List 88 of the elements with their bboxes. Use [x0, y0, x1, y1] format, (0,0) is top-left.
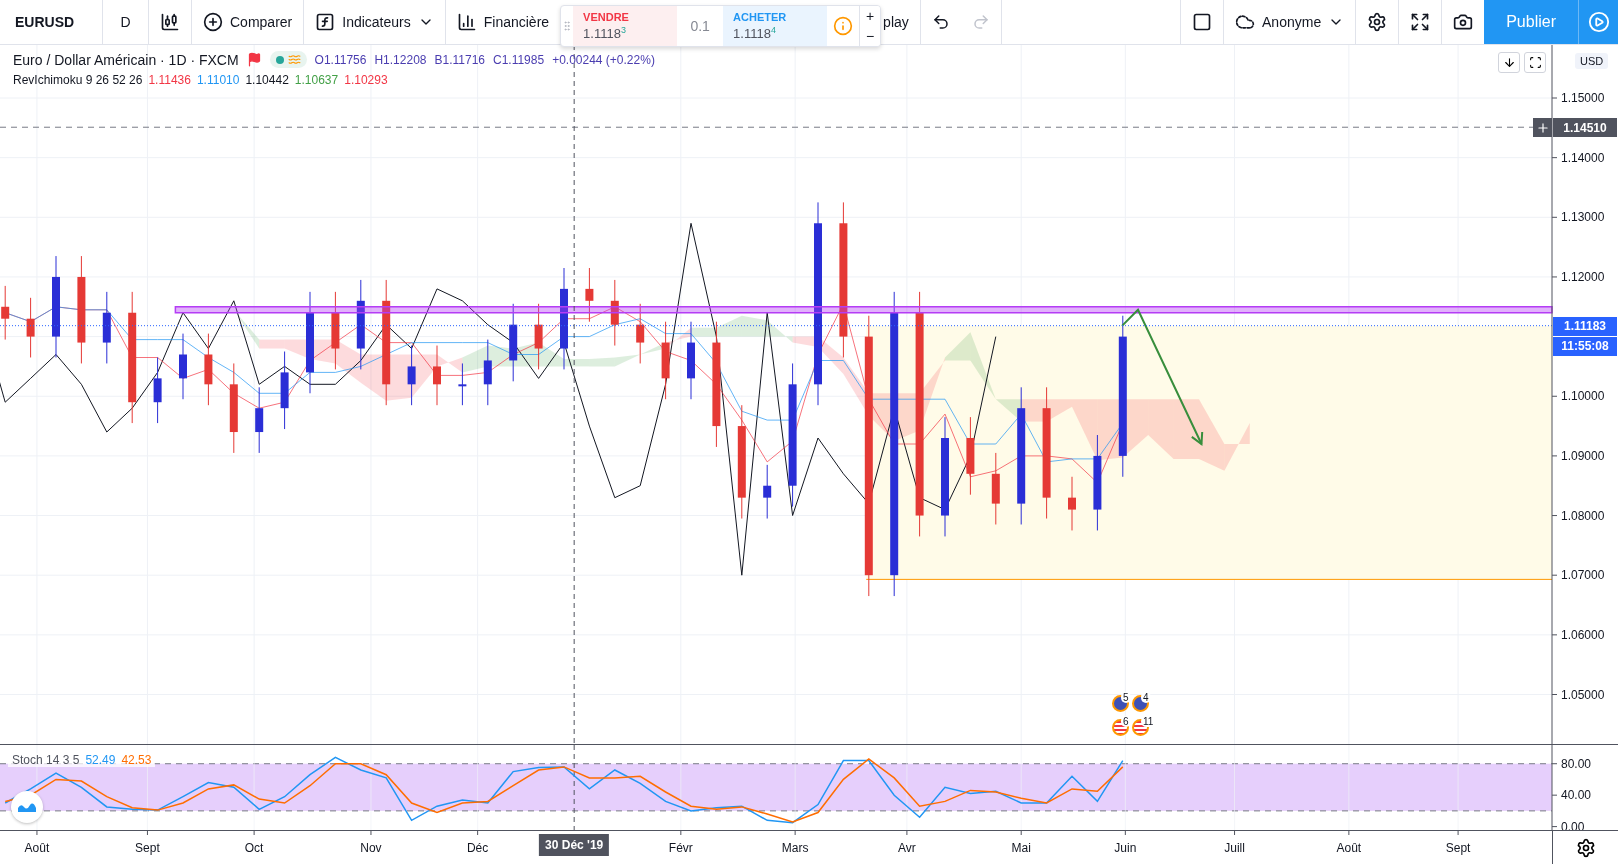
time-tick-label: Oct	[244, 841, 264, 855]
symbol-button[interactable]: EURUSD	[0, 0, 103, 44]
time-tick-label: Août	[1336, 841, 1362, 855]
price-change: +0.00244 (+0.22%)	[552, 52, 655, 67]
plus-icon	[1535, 120, 1550, 135]
increase-button[interactable]: +	[860, 6, 881, 26]
undo-icon	[931, 13, 950, 31]
scan-icon	[1528, 56, 1542, 69]
auto-scale-button[interactable]	[1524, 52, 1546, 73]
time-tick-label: Août	[24, 841, 50, 855]
plus-icon	[203, 12, 223, 32]
crosshair-price-label: 1.14510	[1553, 118, 1617, 138]
stochastic-tick-label: 0.00	[1561, 819, 1585, 830]
time-tick-label: Févr	[668, 841, 693, 855]
time-tick-label: Mai	[1011, 841, 1031, 855]
cloud-icon	[1235, 12, 1256, 32]
stochastic-tick-label: 40.00	[1561, 788, 1592, 803]
indicators-button[interactable]: Indicateurs	[304, 0, 446, 44]
indicator-value: 1.10637	[294, 73, 339, 87]
event-count: 5	[1121, 692, 1131, 703]
time-tick-label: Juin	[1114, 841, 1137, 855]
indicator-value: 1.11010	[196, 73, 240, 87]
decrease-button[interactable]: −	[860, 26, 881, 46]
compare-button[interactable]: Comparer	[192, 0, 305, 44]
price-tick-label: 1.10000	[1561, 389, 1605, 404]
indicator-value: 1.10442	[245, 73, 289, 87]
replay-button[interactable]: play	[881, 0, 921, 44]
settings-icon	[1367, 12, 1388, 32]
logo-icon	[17, 801, 37, 813]
time-tick-label: Nov	[360, 841, 382, 855]
price-tick-label: 1.15000	[1561, 91, 1605, 105]
sell-button[interactable]: VENDRE 1.1118$^{3}$	[573, 6, 678, 46]
indicator-name: RevIchimoku 9 26 52 26	[13, 73, 143, 87]
time-tick-label: Sept	[135, 841, 160, 855]
price-tick-label: 1.05000	[1561, 687, 1605, 702]
account-button[interactable]: Anonyme	[1224, 0, 1357, 44]
arrow-down-icon	[1502, 56, 1516, 69]
price-tick-label: 1.12000	[1561, 269, 1605, 284]
ohlc-value: O1.11756	[314, 52, 367, 67]
financials-button[interactable]: Financière	[445, 0, 561, 44]
symbol-title: Euro / Dollar Américain · 1D · FXCM	[13, 51, 239, 68]
price-tick-label: 1.07000	[1561, 568, 1605, 583]
interval-button[interactable]: D	[103, 0, 149, 44]
fullscreen-icon	[1410, 12, 1431, 32]
currency-label: USD	[1575, 53, 1609, 69]
price-tick-label: 1.13000	[1561, 210, 1605, 225]
event-count: 4	[1141, 692, 1151, 703]
indicator-value: 1.10293	[344, 73, 388, 87]
play-button[interactable]	[1578, 0, 1618, 44]
redo-icon	[971, 13, 990, 31]
add-button[interactable]	[1533, 118, 1552, 138]
ohlc-value: B1.11716	[434, 52, 485, 67]
indicator-name: Stoch 14 3 5	[12, 753, 80, 767]
bar-chart-icon	[456, 12, 477, 32]
time-tick-label: Juill	[1224, 841, 1245, 855]
time-tick-label: Avr	[898, 841, 916, 855]
camera-icon	[1453, 12, 1474, 32]
info-icon	[833, 16, 854, 36]
indicator-value: 42.53	[121, 753, 152, 767]
ohlc-value: C1.11985	[493, 52, 545, 67]
time-tick-label: Déc	[466, 841, 489, 855]
flag-icon	[246, 52, 262, 67]
waves-icon	[287, 53, 301, 66]
candlestick-icon	[160, 12, 180, 32]
layout-button[interactable]	[1180, 0, 1225, 44]
price-tick-label: 1.14000	[1561, 150, 1605, 165]
stochastic-tick-label: 80.00	[1561, 756, 1592, 771]
price-tick-label: 1.08000	[1561, 508, 1605, 523]
play-icon	[1587, 11, 1610, 33]
event-count: 6	[1121, 716, 1131, 727]
quantity-field[interactable]: 0.1	[677, 6, 724, 46]
price-tick-label: 1.09000	[1561, 448, 1605, 463]
price-tick-label: 1.06000	[1561, 627, 1605, 642]
time-tick-label: Mars	[781, 841, 809, 855]
event-count: 11	[1141, 716, 1156, 727]
countdown-label: 11:55:08	[1553, 336, 1617, 356]
last-price-label: 1.11183	[1553, 316, 1617, 336]
scroll-down-button[interactable]	[1498, 52, 1520, 73]
square-icon	[1192, 12, 1213, 32]
buy-button[interactable]: ACHETER 1.1118$^{4}$	[723, 6, 828, 46]
indicator-value: 1.11436	[148, 73, 191, 87]
settings-icon	[1575, 837, 1596, 858]
status-dot	[275, 55, 284, 64]
function-icon	[315, 12, 336, 32]
ohlc-value: H1.12208	[374, 52, 427, 67]
time-tick-label: Sept	[1445, 841, 1471, 855]
indicator-value: 52.49	[85, 753, 116, 767]
crosshair-date-label: 30 Déc '19	[539, 834, 610, 856]
